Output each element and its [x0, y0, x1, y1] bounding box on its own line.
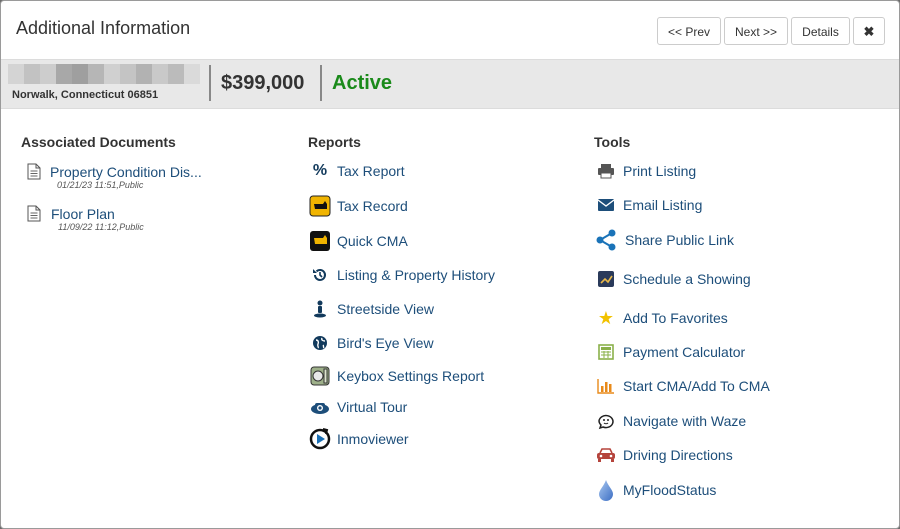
report-inmoviewer[interactable]: Inmoviewer — [309, 427, 409, 451]
report-birds-eye-view[interactable]: Bird's Eye View — [309, 331, 434, 355]
next-button[interactable]: Next >> — [724, 17, 788, 45]
share-icon — [595, 229, 617, 251]
dialog-title: Additional Information — [16, 18, 191, 38]
report-listing-property-history[interactable]: Listing & Property History — [309, 263, 495, 287]
document-meta: 11/09/22 11:12,Public — [58, 222, 144, 232]
document-item[interactable]: Property Condition Dis... 01/21/23 11:51… — [27, 163, 202, 190]
water-drop-icon — [595, 479, 617, 501]
report-tax-record[interactable]: Tax Record — [309, 194, 408, 218]
listing-summary-bar: Norwalk, Connecticut 06851 $399,000 Acti… — [1, 59, 899, 109]
quick-cma-map-icon — [309, 230, 331, 252]
document-title[interactable]: Property Condition Dis... — [50, 164, 202, 180]
tool-label: Print Listing — [623, 163, 697, 179]
star-icon: ★ — [597, 307, 615, 328]
dialog-header: Additional Information << Prev Next >> D… — [1, 1, 899, 59]
report-label: Inmoviewer — [337, 431, 409, 447]
tool-share-public-link[interactable]: Share Public Link — [595, 228, 734, 252]
tool-label: Email Listing — [623, 197, 703, 213]
documents-heading: Associated Documents — [21, 134, 176, 150]
report-label: Virtual Tour — [337, 399, 408, 415]
reports-heading: Reports — [308, 134, 361, 150]
bar-chart-icon — [595, 375, 617, 397]
tool-label: Schedule a Showing — [623, 271, 751, 287]
redacted-street-address — [8, 64, 200, 84]
tool-driving-directions[interactable]: Driving Directions — [595, 443, 733, 467]
tool-label: Start CMA/Add To CMA — [623, 378, 770, 394]
tool-print-listing[interactable]: Print Listing — [595, 159, 696, 183]
report-label: Streetside View — [337, 301, 435, 317]
details-button[interactable]: Details — [791, 17, 850, 45]
tools-heading: Tools — [594, 134, 631, 150]
printer-icon — [595, 160, 617, 182]
tool-myfloodstatus[interactable]: MyFloodStatus — [595, 478, 716, 502]
tool-label: Share Public Link — [625, 232, 734, 248]
waze-icon — [595, 410, 617, 432]
report-label: Listing & Property History — [337, 267, 495, 283]
tool-payment-calculator[interactable]: Payment Calculator — [595, 340, 745, 364]
document-meta: 01/21/23 11:51,Public — [57, 180, 144, 190]
tool-navigate-waze[interactable]: Navigate with Waze — [595, 409, 746, 433]
report-label: Tax Record — [337, 198, 408, 214]
listing-price: $399,000 — [221, 72, 305, 94]
prev-button[interactable]: << Prev — [657, 17, 721, 45]
tax-record-map-icon — [309, 195, 331, 217]
tool-add-to-favorites[interactable]: ★ Add To Favorites — [595, 306, 728, 330]
report-label: Quick CMA — [337, 233, 408, 249]
inmoviewer-play-icon — [309, 428, 331, 450]
keybox-icon — [309, 365, 331, 387]
report-label: Bird's Eye View — [337, 335, 434, 351]
envelope-icon — [595, 194, 617, 216]
tool-email-listing[interactable]: Email Listing — [595, 193, 702, 217]
tool-label: Add To Favorites — [623, 310, 728, 326]
tool-label: Payment Calculator — [623, 344, 746, 360]
document-icon — [27, 205, 43, 222]
listing-status: Active — [332, 72, 393, 94]
tool-label: Driving Directions — [623, 447, 733, 463]
camera-icon — [309, 396, 331, 418]
tool-label: MyFloodStatus — [623, 482, 717, 498]
tool-start-cma[interactable]: Start CMA/Add To CMA — [595, 374, 770, 398]
report-streetside-view[interactable]: Streetside View — [309, 297, 434, 321]
document-icon — [27, 163, 43, 180]
tool-schedule-showing[interactable]: Schedule a Showing — [595, 267, 751, 291]
streetside-person-icon — [309, 298, 331, 320]
close-icon: ✖ — [863, 24, 875, 39]
percent-icon: % — [312, 162, 328, 179]
report-label: Tax Report — [337, 163, 405, 179]
calculator-icon — [595, 341, 617, 363]
car-icon — [595, 444, 617, 466]
document-title[interactable]: Floor Plan — [51, 206, 115, 222]
document-item[interactable]: Floor Plan 11/09/22 11:12,Public — [27, 205, 144, 232]
divider — [209, 65, 211, 101]
globe-icon — [309, 332, 331, 354]
tool-label: Navigate with Waze — [623, 413, 747, 429]
report-tax-report[interactable]: % Tax Report — [309, 159, 405, 183]
report-quick-cma[interactable]: Quick CMA — [309, 229, 408, 253]
schedule-showing-icon — [595, 268, 617, 290]
divider — [320, 65, 322, 101]
report-keybox-settings[interactable]: Keybox Settings Report — [309, 364, 484, 388]
close-button[interactable]: ✖ — [853, 17, 885, 45]
listing-address: Norwalk, Connecticut 06851 — [12, 89, 159, 101]
additional-information-dialog: Additional Information << Prev Next >> D… — [0, 0, 900, 529]
report-virtual-tour[interactable]: Virtual Tour — [309, 395, 407, 419]
history-icon — [309, 264, 331, 286]
report-label: Keybox Settings Report — [337, 368, 485, 384]
